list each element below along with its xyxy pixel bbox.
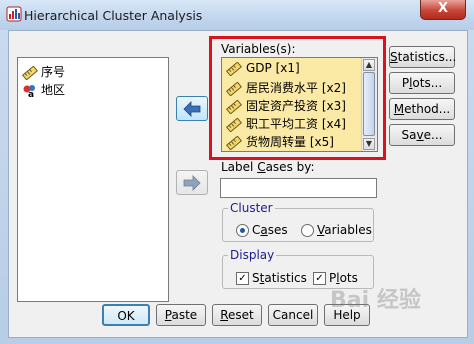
arrow-left-icon <box>183 101 201 117</box>
source-variable-list[interactable]: 序号 a 地区 <box>17 57 169 302</box>
ok-button[interactable]: OK <box>102 304 150 326</box>
scale-ruler-icon <box>22 65 38 80</box>
watermark: Bai 经验 <box>330 288 421 313</box>
highlight-annotation <box>209 36 386 160</box>
label-cases-label: Label Cases by: <box>221 160 315 174</box>
method-button[interactable]: Method... <box>389 98 455 120</box>
plots-button[interactable]: Plots... <box>389 72 455 94</box>
cases-radio[interactable] <box>236 224 249 237</box>
close-icon: X <box>437 1 449 16</box>
close-button[interactable]: X <box>420 0 466 20</box>
cancel-button[interactable]: Cancel <box>268 304 318 326</box>
window-title: Hierarchical Cluster Analysis <box>24 8 203 23</box>
cluster-group-title: Cluster <box>228 201 275 215</box>
move-to-label-cases-button[interactable] <box>176 170 208 195</box>
title-bar[interactable]: Hierarchical Cluster Analysis X <box>0 0 474 30</box>
save-button[interactable]: Save... <box>389 124 455 146</box>
checkmark-icon: ✓ <box>238 273 247 284</box>
arrow-right-icon <box>183 175 201 191</box>
paste-button[interactable]: Paste <box>156 304 206 326</box>
list-item-label: 地区 <box>41 83 66 97</box>
statistics-checkbox-label: Statistics <box>252 271 307 285</box>
list-item[interactable]: 序号 <box>22 63 65 80</box>
nominal-variable-icon: a <box>23 84 35 98</box>
app-icon <box>6 6 22 22</box>
variables-radio-label: Variables <box>317 223 372 237</box>
list-item-label: 序号 <box>41 65 66 79</box>
list-item[interactable]: a 地区 <box>22 81 65 98</box>
statistics-checkbox[interactable]: ✓ <box>236 272 249 285</box>
move-to-variables-button[interactable] <box>176 96 208 121</box>
svg-text:a: a <box>28 90 34 98</box>
reset-button[interactable]: Reset <box>212 304 262 326</box>
plots-checkbox[interactable]: ✓ <box>313 272 326 285</box>
checkmark-icon: ✓ <box>315 273 324 284</box>
cases-radio-label: Cases <box>252 223 288 237</box>
display-group-title: Display <box>228 248 277 262</box>
statistics-button[interactable]: Statistics... <box>389 46 456 68</box>
variables-radio[interactable] <box>301 224 314 237</box>
label-cases-field[interactable] <box>220 178 377 198</box>
